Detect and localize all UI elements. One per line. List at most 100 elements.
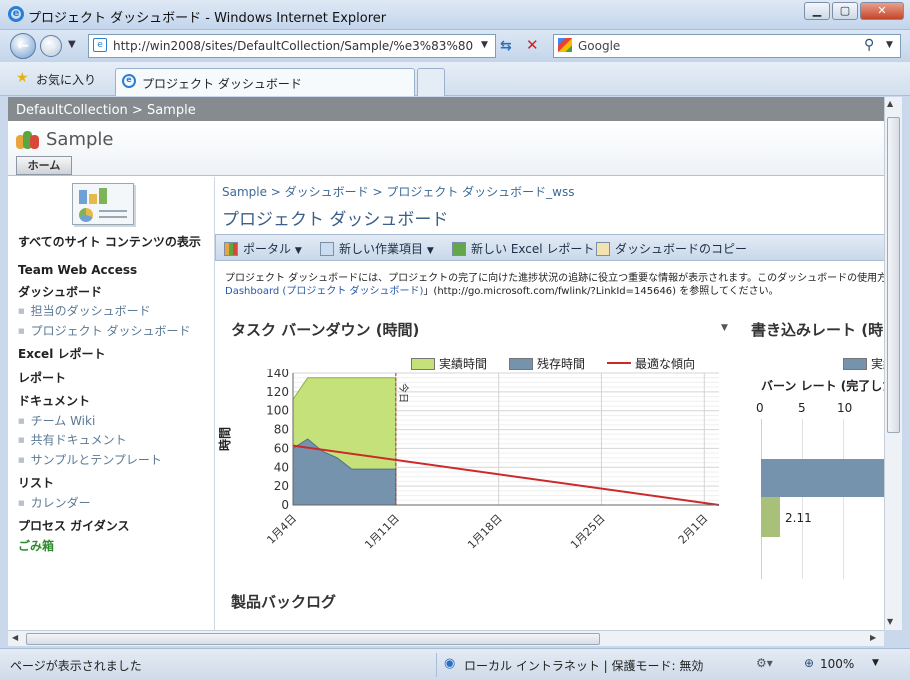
status-divider — [436, 653, 437, 677]
x-tick-label: 1月11日 — [362, 512, 402, 552]
site-breadcrumb[interactable]: DefaultCollection > Sample — [8, 97, 884, 121]
search-box[interactable]: Google ⚲ ▼ — [553, 34, 901, 58]
dashboard-description: プロジェクト ダッシュボードには、プロジェクトの完了に向けた進捗状況の追跡に役立… — [225, 272, 884, 298]
nav-heading[interactable]: リスト — [18, 474, 54, 491]
horizontal-scroll-thumb[interactable] — [26, 633, 600, 645]
protected-mode-icon[interactable]: ⚙▾ — [756, 656, 773, 670]
y-tick-label: 100 — [266, 404, 289, 418]
webpart-menu-icon[interactable]: ▼ — [721, 323, 728, 333]
forward-button[interactable]: → — [40, 35, 62, 57]
tab-home[interactable]: ホーム — [16, 156, 72, 175]
description-line-2: 」(http://go.microsoft.com/fwlink/?LinkId… — [423, 286, 779, 297]
close-button[interactable]: ✕ — [860, 2, 904, 20]
stop-icon[interactable]: ✕ — [526, 36, 539, 54]
new-excel-report-label[interactable]: 新しい Excel レポート — [471, 242, 594, 256]
x-tick-label: 1月25日 — [568, 512, 608, 552]
favorites-star-icon[interactable]: ★ — [16, 70, 29, 86]
quick-launch: すべてのサイト コンテンツの表示 Team Web Access ダッシュボード担… — [8, 177, 214, 630]
nav-subitem[interactable]: チーム Wiki — [18, 412, 96, 429]
y-tick-label: 20 — [274, 479, 289, 493]
refresh-icon[interactable]: ⇆ — [500, 38, 512, 54]
address-dropdown-icon[interactable]: ▼ — [481, 40, 488, 50]
scroll-left-icon[interactable]: ◀ — [12, 633, 18, 642]
favorites-button[interactable]: お気に入り — [36, 71, 96, 88]
burnrate-legend: 実績 — [843, 355, 884, 372]
window-titlebar: e プロジェクト ダッシュボード - Windows Internet Expl… — [0, 0, 910, 30]
maximize-button[interactable]: ▢ — [832, 2, 858, 20]
site-content-icon — [72, 183, 134, 225]
burnrate-bar-completed — [761, 497, 780, 537]
nav-subitem[interactable]: 担当のダッシュボード — [18, 302, 151, 319]
nav-subitem[interactable]: サンプルとテンプレート — [18, 451, 162, 468]
portal-label[interactable]: ポータル — [243, 242, 291, 256]
new-work-item-label[interactable]: 新しい作業項目 — [339, 242, 423, 256]
address-bar[interactable]: e http://win2008/sites/DefaultCollection… — [88, 34, 496, 58]
zoom-dropdown-icon[interactable]: ▼ — [872, 658, 879, 668]
new-excel-report-button[interactable]: 新しい Excel レポート — [452, 240, 594, 257]
ie-logo-icon: e — [8, 6, 24, 22]
vertical-scroll-thumb[interactable] — [887, 117, 900, 433]
burnrate-value-label: 2.11 — [785, 511, 812, 525]
copy-dashboard-button[interactable]: ダッシュボードのコピー — [596, 240, 747, 257]
nav-heading[interactable]: ドキュメント — [18, 392, 90, 409]
back-button[interactable]: ← — [10, 33, 36, 59]
recycle-bin-link[interactable]: ごみ箱 — [18, 537, 54, 554]
dashboard-toolbar: ポータル ▼ 新しい作業項目 ▼ 新しい Excel レポート ダッシュボードの… — [215, 234, 884, 261]
tab-ie-icon: e — [122, 74, 136, 88]
nav-heading[interactable]: Team Web Access — [18, 263, 137, 277]
intranet-zone-icon: ◉ — [444, 656, 456, 671]
tab-dashboard[interactable]: e プロジェクト ダッシュボード — [115, 68, 415, 96]
scroll-right-icon[interactable]: ▶ — [870, 633, 876, 642]
status-bar: ページが表示されました ◉ ローカル イントラネット | 保護モード: 無効 ⚙… — [0, 648, 910, 680]
view-all-content-link[interactable]: すべてのサイト コンテンツの表示 — [18, 233, 201, 250]
zoom-icon[interactable]: ⊕ — [804, 656, 814, 670]
burnrate-title: 書き込みレート (時 — [751, 321, 884, 339]
page-icon: e — [93, 38, 107, 52]
burnrate-grid-10 — [843, 419, 844, 579]
address-url[interactable]: http://win2008/sites/DefaultCollection/S… — [113, 39, 473, 53]
copy-dashboard-label[interactable]: ダッシュボードのコピー — [615, 242, 747, 256]
burndown-title: タスク バーンダウン (時間) — [231, 321, 420, 339]
nav-subitem[interactable]: プロジェクト ダッシュボード — [18, 322, 191, 339]
scroll-up-icon[interactable]: ▲ — [887, 99, 893, 108]
new-work-item-menu[interactable]: 新しい作業項目 ▼ — [320, 240, 434, 257]
zoom-level[interactable]: 100% — [820, 657, 854, 671]
vertical-scrollbar[interactable]: ▲ ▼ — [884, 97, 902, 630]
horizontal-scrollbar[interactable]: ◀ ▶ — [8, 630, 884, 646]
burnrate-legend-label: 実績 — [871, 357, 884, 371]
page-breadcrumb[interactable]: Sample > ダッシュボード > プロジェクト ダッシュボード_wss — [222, 183, 575, 200]
scroll-down-icon[interactable]: ▼ — [887, 617, 893, 626]
nav-heading[interactable]: レポート — [18, 369, 66, 386]
x-tick-label: 1月18日 — [465, 512, 505, 552]
nav-heading[interactable]: Excel レポート — [18, 345, 105, 362]
today-label: 今日 — [397, 383, 410, 403]
y-tick-label: 40 — [274, 460, 289, 474]
new-tab-button[interactable] — [417, 68, 445, 96]
search-dropdown-icon[interactable]: ▼ — [886, 40, 893, 50]
google-icon — [558, 38, 572, 52]
portal-menu[interactable]: ポータル ▼ — [224, 240, 302, 257]
tab-label[interactable]: プロジェクト ダッシュボード — [142, 75, 302, 92]
navigation-bar: ← → ▼ e http://win2008/sites/DefaultColl… — [0, 30, 910, 62]
burndown-webpart: タスク バーンダウン (時間) ▼ 実績時間 残存時間 最適な傾向 0 20 40 6… — [215, 299, 745, 629]
site-name[interactable]: Sample — [46, 129, 114, 150]
y-tick-label: 80 — [274, 423, 289, 437]
nav-subitem[interactable]: カレンダー — [18, 494, 91, 511]
page-title: プロジェクト ダッシュボード — [222, 210, 449, 230]
description-line-1: プロジェクト ダッシュボードには、プロジェクトの完了に向けた進捗状況の追跡に役立… — [225, 273, 884, 284]
nav-subitem[interactable]: 共有ドキュメント — [18, 431, 127, 448]
burnrate-grid-5 — [802, 419, 803, 579]
minimize-button[interactable]: ▁ — [804, 2, 830, 20]
search-icon[interactable]: ⚲ — [864, 37, 874, 53]
main-content: Sample > ダッシュボード > プロジェクト ダッシュボード_wss プロ… — [214, 177, 884, 630]
favorites-bar: ★ お気に入り e プロジェクト ダッシュボード — [0, 62, 910, 96]
description-link[interactable]: Dashboard (プロジェクト ダッシュボード) — [225, 286, 423, 297]
security-zone-text[interactable]: ローカル イントラネット | 保護モード: 無効 — [464, 657, 703, 674]
backlog-title: 製品バックログ — [231, 593, 337, 611]
legend-ideal-swatch — [607, 362, 631, 364]
search-placeholder[interactable]: Google — [578, 39, 620, 53]
web-page: DefaultCollection > Sample Sample ホーム すべ… — [8, 97, 884, 630]
history-dropdown-icon[interactable]: ▼ — [68, 39, 76, 50]
nav-heading[interactable]: プロセス ガイダンス — [18, 517, 129, 534]
nav-heading[interactable]: ダッシュボード — [18, 283, 102, 300]
